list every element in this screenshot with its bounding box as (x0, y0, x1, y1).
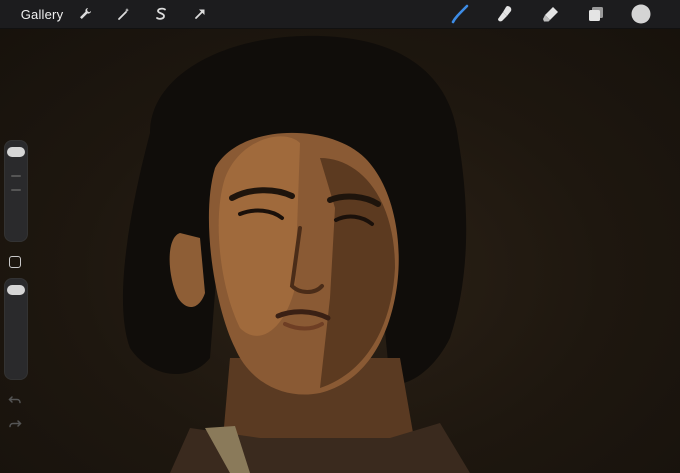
brush-size-thumb[interactable] (7, 147, 25, 158)
brush-tool-button[interactable] (449, 0, 471, 28)
side-toolbar (2, 138, 28, 438)
smudge-tool-button[interactable] (494, 0, 516, 28)
top-toolbar: Gallery (0, 0, 680, 29)
layers-button[interactable] (585, 0, 607, 28)
brush-icon (451, 4, 469, 24)
wrench-icon (80, 8, 91, 19)
magic-wand-icon (118, 8, 129, 20)
color-swatch-icon (631, 4, 651, 24)
eraser-tool-button[interactable] (540, 0, 562, 28)
actions-button[interactable] (74, 0, 96, 28)
layers-icon (589, 7, 603, 21)
portrait-artwork (122, 35, 470, 473)
opacity-slider[interactable] (4, 278, 28, 380)
undo-button[interactable] (7, 392, 23, 408)
color-button[interactable] (630, 0, 652, 28)
transform-button[interactable] (189, 0, 211, 28)
selection-button[interactable] (150, 0, 172, 28)
modify-button[interactable] (9, 256, 21, 268)
undo-icon (8, 396, 21, 404)
redo-icon (9, 420, 22, 428)
transform-arrow-icon (195, 9, 205, 19)
slider-tick (11, 189, 21, 191)
adjustments-button[interactable] (113, 0, 135, 28)
slider-tick (11, 175, 21, 177)
brush-size-slider[interactable] (4, 140, 28, 242)
redo-button[interactable] (7, 416, 23, 432)
eraser-icon (543, 7, 558, 22)
gallery-button[interactable]: Gallery (14, 0, 70, 28)
opacity-thumb[interactable] (7, 285, 25, 296)
smudge-icon (498, 6, 512, 22)
drawing-canvas[interactable] (0, 28, 680, 473)
selection-s-icon (156, 7, 166, 20)
